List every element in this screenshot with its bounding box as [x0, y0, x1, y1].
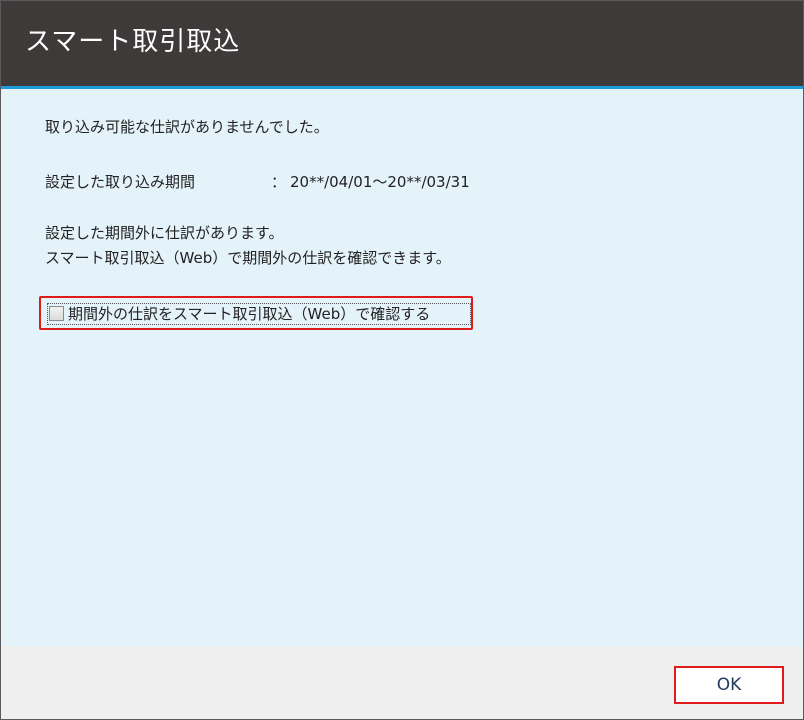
period-value: 20**/04/01～20**/03/31	[290, 173, 470, 191]
title-bar: スマート取引取込	[1, 1, 803, 89]
out-of-period-message-line1: 設定した期間外に仕訳があります。	[45, 224, 284, 242]
period-label: 設定した取り込み期間	[45, 173, 196, 191]
period-separator: ：	[271, 173, 287, 191]
dialog-footer: OK	[1, 646, 803, 719]
dialog-content: 取り込み可能な仕訳がありませんでした。 設定した取り込み期間 ： 20**/04…	[1, 89, 803, 646]
dialog-title: スマート取引取込	[25, 27, 241, 57]
view-out-of-period-checkbox-label[interactable]: 期間外の仕訳をスマート取引取込（Web）で確認する	[68, 304, 430, 324]
no-entries-message: 取り込み可能な仕訳がありませんでした。	[45, 118, 329, 136]
out-of-period-message-line2: スマート取引取込（Web）で期間外の仕訳を確認できます。	[45, 249, 451, 267]
view-out-of-period-checkbox-row[interactable]: 期間外の仕訳をスマート取引取込（Web）で確認する	[39, 296, 473, 330]
smart-import-dialog: スマート取引取込 取り込み可能な仕訳がありませんでした。 設定した取り込み期間 …	[0, 0, 804, 720]
view-out-of-period-checkbox[interactable]	[49, 306, 64, 321]
ok-button[interactable]: OK	[674, 666, 784, 704]
